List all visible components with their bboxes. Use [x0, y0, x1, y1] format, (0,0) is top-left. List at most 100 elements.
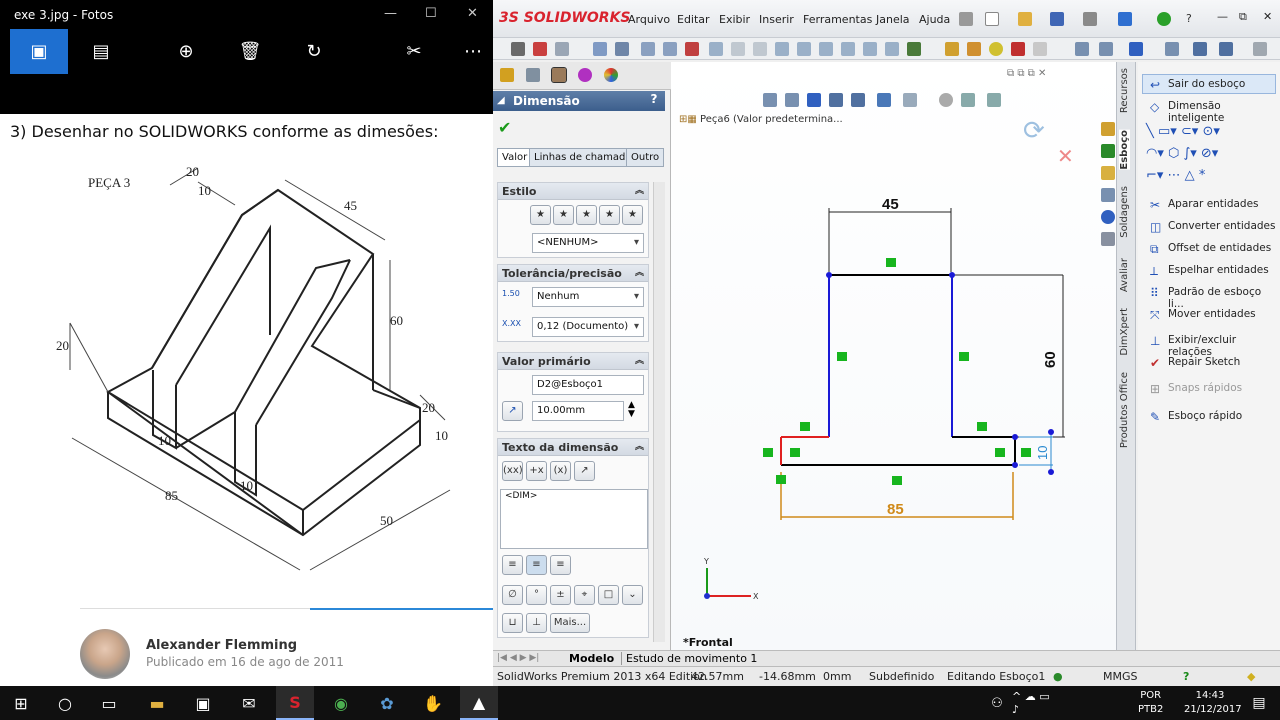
dimxpert-tab-icon[interactable]: [578, 68, 592, 82]
confirm-corner-icon[interactable]: ⟳: [1023, 116, 1045, 146]
move-button[interactable]: ⤧ Mover entidades: [1150, 308, 1256, 322]
style-update-icon[interactable]: ★: [530, 205, 551, 225]
menu-ferramentas[interactable]: Ferramentas: [803, 13, 872, 26]
menu-inserir[interactable]: Inserir: [759, 13, 794, 26]
explorer-icon[interactable]: ▬: [138, 686, 176, 720]
plusminus-icon[interactable]: ±: [550, 585, 571, 605]
section-view-icon[interactable]: [829, 93, 843, 107]
menu-arquivo[interactable]: Arquivo: [628, 13, 670, 26]
line-tools-icons[interactable]: ╲ ▭▾ ⊂▾ ⊙▾: [1146, 124, 1220, 139]
text-paren-icon[interactable]: (x): [550, 461, 571, 481]
tool-icon[interactable]: [685, 42, 699, 56]
people-icon[interactable]: ⚇: [978, 686, 1016, 720]
view-icon[interactable]: [1219, 42, 1233, 56]
more-tools-icon[interactable]: [1253, 42, 1267, 56]
status-help-icon[interactable]: ?: [1183, 670, 1189, 683]
pm-scrollbar[interactable]: [653, 182, 665, 642]
text-plus-icon[interactable]: +x: [526, 461, 547, 481]
tab-soldagens[interactable]: Soldagens: [1119, 186, 1130, 238]
delete-icon[interactable]: 🗑: [224, 29, 276, 74]
menu-editar[interactable]: Editar: [677, 13, 710, 26]
mail-icon[interactable]: ✉: [230, 686, 268, 720]
feature-tree-root[interactable]: ⊞▦ Peça6 (Valor predetermina...: [679, 114, 843, 125]
mirror-button[interactable]: ⟂ Espelhar entidades: [1150, 264, 1269, 278]
sketch-dim-45[interactable]: 45: [882, 196, 899, 213]
dimension-value-field[interactable]: 10.00mm: [532, 401, 624, 421]
open-icon[interactable]: [1018, 12, 1032, 26]
style-add-icon[interactable]: ★: [553, 205, 574, 225]
tool-icon[interactable]: [907, 42, 921, 56]
minimize-button[interactable]: —: [384, 6, 397, 21]
tab-produtos-office[interactable]: Produtos Office: [1119, 372, 1130, 448]
zoom-fit-view-icon[interactable]: [763, 93, 777, 107]
tool-icon[interactable]: [641, 42, 655, 56]
status-units[interactable]: MMGS: [1103, 670, 1138, 683]
style-save-icon[interactable]: ★: [599, 205, 620, 225]
notification-icon[interactable]: ▤: [1240, 686, 1278, 720]
tab-dimxpert[interactable]: DimXpert: [1119, 308, 1130, 356]
relations-button[interactable]: ⊥ Exibir/excluir relações: [1150, 334, 1280, 358]
style-load-icon[interactable]: ★: [622, 205, 643, 225]
start-icon[interactable]: ⊞: [2, 686, 40, 720]
dimension-text-area[interactable]: <DIM>: [500, 489, 648, 549]
countersink-icon[interactable]: ⌖: [574, 585, 595, 605]
author-name[interactable]: Alexander Flemming: [146, 638, 297, 653]
tool-icon[interactable]: [945, 42, 959, 56]
zoom-area-view-icon[interactable]: [785, 93, 799, 107]
align-left-icon[interactable]: ≡: [502, 555, 523, 575]
pin-icon[interactable]: [959, 12, 973, 26]
help-icon[interactable]: ?: [1186, 12, 1200, 26]
tool-icon[interactable]: [1033, 42, 1047, 56]
camera-icon[interactable]: [511, 42, 525, 56]
more-icon[interactable]: ⋯: [447, 29, 499, 74]
quick-snaps-button[interactable]: ⊞ Snaps rápidos: [1150, 382, 1242, 396]
spell-icon[interactable]: [593, 42, 607, 56]
tab-recursos[interactable]: Recursos: [1119, 68, 1130, 113]
diameter-icon[interactable]: ∅: [502, 585, 523, 605]
scroll-indicator[interactable]: [310, 608, 493, 610]
menu-exibir[interactable]: Exibir: [719, 13, 750, 26]
graphics-window-controls[interactable]: ⧉ ⧉ ⧉ ✕: [1007, 68, 1046, 79]
rebuild-icon[interactable]: [1157, 12, 1171, 26]
rebuild-status-icon[interactable]: ●: [1053, 670, 1063, 683]
picture-icon[interactable]: ▣: [10, 29, 68, 74]
undo-icon[interactable]: [1118, 12, 1132, 26]
tool-icon[interactable]: [775, 42, 789, 56]
zoom-fit-icon[interactable]: [1075, 42, 1089, 56]
align-right-icon[interactable]: ≡: [550, 555, 571, 575]
status-tag-icon[interactable]: ◆: [1247, 670, 1255, 683]
menu-ajuda[interactable]: Ajuda: [919, 13, 950, 26]
group-texto-header[interactable]: Texto da dimensão: [498, 439, 648, 456]
appearance-icon[interactable]: [939, 93, 953, 107]
text-xx-icon[interactable]: (xx): [502, 461, 523, 481]
tolerance-select[interactable]: Nenhum: [532, 287, 644, 307]
tool-icon[interactable]: [863, 42, 877, 56]
solidworks-logo[interactable]: 3S SOLIDWORKS: [499, 10, 631, 26]
tab-esboco[interactable]: Esboço: [1119, 130, 1130, 170]
options-icon[interactable]: [555, 42, 569, 56]
trim-button[interactable]: ✂ Aparar entidades: [1150, 198, 1259, 212]
tool-icon[interactable]: [885, 42, 899, 56]
reverse-direction-icon[interactable]: ↗: [502, 401, 523, 421]
menu-janela[interactable]: Janela: [876, 13, 910, 26]
photos-taskbar-icon[interactable]: ▲: [460, 686, 498, 720]
tab-scroll-arrows[interactable]: |◀ ◀ ▶ ▶|: [497, 653, 539, 663]
group-tolerancia-header[interactable]: Tolerância/precisão: [498, 265, 648, 282]
view-orientation-icon[interactable]: [851, 93, 865, 107]
tab-avaliar[interactable]: Avaliar: [1119, 258, 1130, 292]
arc-tools-icons[interactable]: ◠▾ ⬡ ∫▾ ⊘▾: [1146, 146, 1218, 161]
edit-icon[interactable]: ✂: [388, 29, 440, 74]
group-estilo-header[interactable]: Estilo: [498, 183, 648, 200]
print-icon[interactable]: [1083, 12, 1097, 26]
feature-tree-tab-icon[interactable]: [500, 68, 514, 82]
tool-icon[interactable]: [731, 42, 745, 56]
appearances-icon[interactable]: [1101, 210, 1115, 224]
tool-icon[interactable]: [989, 42, 1003, 56]
save-icon[interactable]: [1050, 12, 1064, 26]
ok-checkmark-icon[interactable]: ✔: [498, 118, 511, 137]
cancel-corner-icon[interactable]: ✕: [1057, 144, 1074, 168]
custom-properties-icon[interactable]: [1101, 232, 1115, 246]
paint-icon[interactable]: ✿: [368, 686, 406, 720]
language-indicator[interactable]: POR PTB2: [1138, 689, 1163, 717]
tool-icon[interactable]: [819, 42, 833, 56]
